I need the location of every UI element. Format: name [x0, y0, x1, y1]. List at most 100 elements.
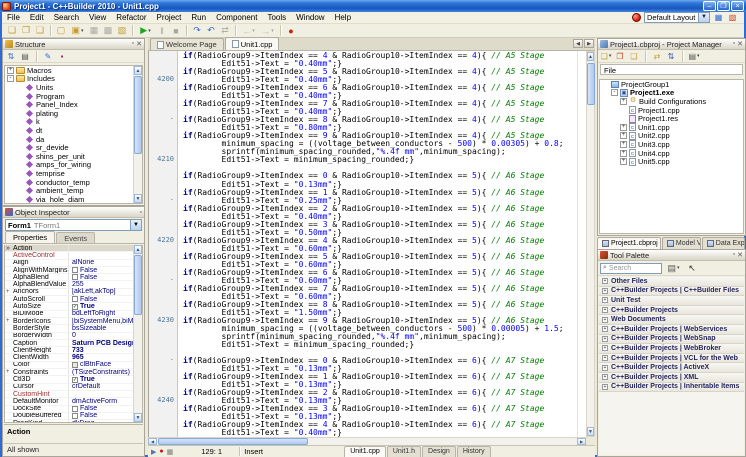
- scroll-left-icon[interactable]: ◀: [148, 438, 157, 445]
- code-line[interactable]: if(RadioGroup9->ItemIndex == 3 & RadioGr…: [178, 404, 586, 412]
- property-value[interactable]: bsSizeable: [69, 325, 106, 332]
- pin-icon[interactable]: ▫: [733, 251, 735, 259]
- code-line[interactable]: if(RadioGroup9->ItemIndex == 8 & RadioGr…: [178, 115, 586, 123]
- structure-item[interactable]: temprise: [5, 169, 142, 178]
- editor-tab-welcome-page[interactable]: Welcome Page: [150, 38, 224, 50]
- bottom-tab-unit1-h[interactable]: Unit1.h: [387, 446, 421, 457]
- expand-icon[interactable]: +: [602, 384, 608, 390]
- project-item[interactable]: -▣Project1.exe: [600, 89, 743, 98]
- close-icon[interactable]: ✕: [737, 251, 743, 259]
- code-line[interactable]: Edit51->Text = "0.60mm";}: [178, 244, 586, 252]
- property-value[interactable]: False: [69, 405, 97, 412]
- property-value[interactable]: dmActiveForm: [69, 398, 117, 405]
- property-value[interactable]: crDefault: [69, 383, 100, 390]
- checkbox-unchecked-icon[interactable]: [72, 296, 78, 302]
- property-value[interactable]: 965: [69, 354, 84, 361]
- forward-button[interactable]: →▾: [258, 24, 277, 37]
- close-icon[interactable]: ✕: [737, 40, 743, 48]
- menu-item-component[interactable]: Component: [211, 12, 262, 24]
- project-item[interactable]: +CUnit2.cpp: [600, 132, 743, 141]
- macro-play-icon[interactable]: ▶: [151, 448, 156, 456]
- macro-record-icon[interactable]: ●: [159, 448, 163, 455]
- structure-item[interactable]: sr_devide: [5, 143, 142, 152]
- expand-icon[interactable]: +: [602, 355, 608, 361]
- structure-item[interactable]: conductor_temp: [5, 178, 142, 187]
- project-item[interactable]: +⚙Build Configurations: [600, 97, 743, 106]
- code-line[interactable]: if(RadioGroup9->ItemIndex == 7 & RadioGr…: [178, 99, 586, 107]
- expand-icon[interactable]: +: [602, 326, 608, 332]
- save-all-button[interactable]: ▩: [101, 24, 115, 37]
- property-value[interactable]: 733: [69, 347, 84, 354]
- run-button[interactable]: ▶▾: [136, 24, 155, 37]
- tab-scroll-right-icon[interactable]: ▶: [584, 39, 594, 48]
- menu-item-help[interactable]: Help: [330, 12, 356, 24]
- menu-item-view[interactable]: View: [84, 12, 111, 24]
- editor-tab-unit1-cpp[interactable]: Unit1.cpp: [225, 37, 280, 50]
- code-line[interactable]: Edit51->Text = "0.60mm";}: [178, 292, 586, 300]
- property-value[interactable]: ✓True: [69, 303, 95, 310]
- close-icon[interactable]: ✕: [136, 40, 142, 48]
- palette-category[interactable]: +C++Builder Projects | ActiveX: [599, 363, 744, 373]
- structure-item[interactable]: Panel_Index: [5, 100, 142, 109]
- collapse-icon[interactable]: -: [611, 89, 618, 96]
- expand-icon[interactable]: +: [6, 318, 10, 324]
- project-item[interactable]: CProject1.cpp: [600, 106, 743, 115]
- palette-cursor-button[interactable]: ↖: [685, 262, 699, 275]
- project-item[interactable]: +CUnit4.cpp: [600, 149, 743, 158]
- code-line[interactable]: if(RadioGroup9->ItemIndex == 4 & RadioGr…: [178, 236, 586, 244]
- pm-sync-button[interactable]: ⇄: [651, 51, 663, 62]
- palette-view-button[interactable]: ▤▾: [665, 262, 682, 275]
- property-value[interactable]: 255: [69, 281, 84, 288]
- code-area[interactable]: if(RadioGroup9->ItemIndex == 4 & RadioGr…: [178, 51, 586, 437]
- code-line[interactable]: if(RadioGroup9->ItemIndex == 7 & RadioGr…: [178, 284, 586, 292]
- code-line[interactable]: Edit51->Text = "0.60mm";}: [178, 276, 586, 284]
- save-button[interactable]: ▦: [87, 24, 101, 37]
- pm-view-button[interactable]: ▤▾: [688, 51, 700, 62]
- scroll-up-icon[interactable]: ▲: [587, 52, 594, 61]
- palette-category[interactable]: +C++Builder Projects | WebBroker: [599, 344, 744, 354]
- structure-item[interactable]: +Macros: [5, 66, 142, 75]
- expand-icon[interactable]: +: [602, 297, 608, 303]
- expand-icon[interactable]: +: [602, 278, 608, 284]
- property-value[interactable]: False: [69, 412, 97, 419]
- code-line[interactable]: if(RadioGroup9->ItemIndex == 5 & RadioGr…: [178, 67, 586, 75]
- code-line[interactable]: if(RadioGroup9->ItemIndex == 4 & RadioGr…: [178, 51, 586, 59]
- code-line[interactable]: Edit51->Text = "0.60mm";}: [178, 260, 586, 268]
- code-line[interactable]: [178, 348, 586, 356]
- menu-item-edit[interactable]: Edit: [25, 12, 49, 24]
- structure-scrollbar[interactable]: ▲ ▼: [133, 66, 142, 203]
- code-line[interactable]: Edit51->Text = "0.25mm";}: [178, 196, 586, 204]
- scroll-up-icon[interactable]: ▲: [134, 66, 142, 75]
- code-line[interactable]: Edit51->Text = "0.40mm";}: [178, 91, 586, 99]
- code-line[interactable]: Edit51->Text = "1.50mm";}: [178, 308, 586, 316]
- property-row[interactable]: Action: [5, 245, 142, 252]
- expand-icon[interactable]: +: [602, 288, 608, 294]
- new-unit-button[interactable]: ▢: [54, 24, 68, 37]
- chevron-down-icon[interactable]: ▼: [698, 13, 709, 22]
- property-value[interactable]: [akLeft,akTop]: [69, 288, 116, 295]
- bottom-tab-history[interactable]: History: [457, 446, 491, 457]
- expand-icon[interactable]: +: [602, 374, 608, 380]
- expand-icon[interactable]: +: [602, 336, 608, 342]
- set-debug-desktop-button[interactable]: ▧: [727, 12, 738, 23]
- menu-item-window[interactable]: Window: [291, 12, 329, 24]
- expand-icon[interactable]: +: [620, 98, 627, 105]
- expand-icon[interactable]: +: [620, 132, 627, 139]
- expand-icon[interactable]: +: [620, 124, 627, 131]
- palette-category[interactable]: +C++Builder Projects | WebSnap: [599, 335, 744, 345]
- property-value[interactable]: False: [69, 296, 97, 303]
- checkbox-checked-icon[interactable]: ✓: [72, 304, 78, 310]
- code-line[interactable]: if(RadioGroup9->ItemIndex == 9 & RadioGr…: [178, 316, 586, 324]
- checkbox-unchecked-icon[interactable]: [72, 274, 78, 280]
- scroll-right-icon[interactable]: ▶: [577, 438, 586, 445]
- code-line[interactable]: Edit51->Text = "0.40mm";}: [178, 212, 586, 220]
- code-line[interactable]: Edit51->Text = "0.40mm";}: [178, 59, 586, 67]
- structure-item[interactable]: amps_for_wiring: [5, 161, 142, 170]
- open-button[interactable]: ❐: [19, 24, 33, 37]
- tab-events[interactable]: Events: [56, 232, 95, 243]
- pin-icon[interactable]: ▫: [733, 40, 735, 48]
- menu-item-tools[interactable]: Tools: [262, 12, 291, 24]
- property-value[interactable]: bdLeftToRight: [69, 310, 115, 317]
- code-line[interactable]: sprintf(minimum_spacing_rounded,"%.4f mm…: [178, 332, 586, 340]
- expand-icon[interactable]: +: [6, 289, 10, 295]
